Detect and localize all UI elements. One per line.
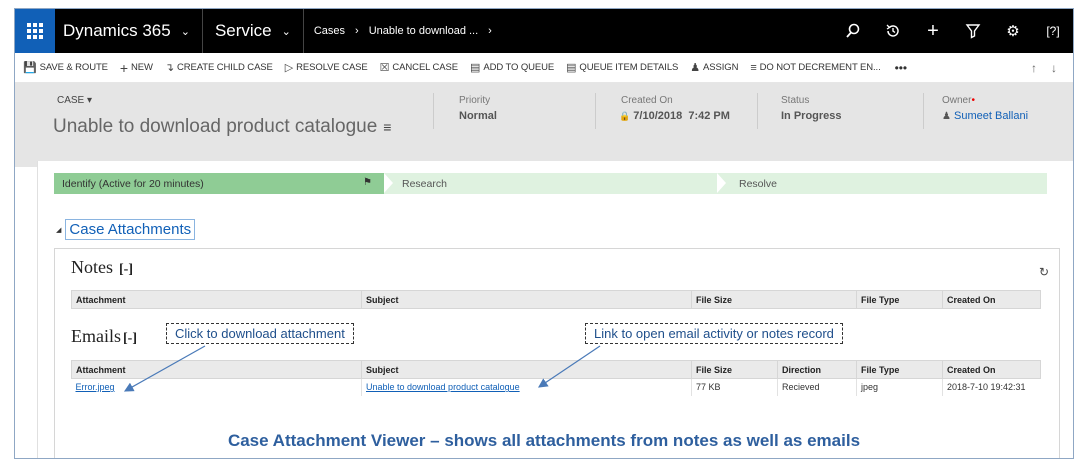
create-child-case-button[interactable]: ↴ CREATE CHILD CASE <box>159 61 279 74</box>
priority-label: Priority <box>459 95 491 106</box>
child-case-icon: ↴ <box>164 62 174 74</box>
form-selector-icon[interactable]: ≡ <box>383 119 391 135</box>
module-name: Service <box>214 21 272 40</box>
stage-research[interactable]: Research <box>384 173 717 194</box>
more-commands-icon[interactable]: ••• <box>887 61 915 75</box>
divider <box>433 93 434 129</box>
record-title: Unable to download product catalogue ≡ <box>53 116 391 138</box>
stage-separator <box>717 173 726 193</box>
save-route-label: SAVE & ROUTE <box>39 62 108 73</box>
save-route-button[interactable]: 💾 SAVE & ROUTE <box>17 61 114 74</box>
resolve-case-label: RESOLVE CASE <box>296 62 368 73</box>
module-menu[interactable]: Service ⌄ <box>203 9 304 53</box>
save-icon: 💾 <box>23 62 37 74</box>
section-toggle[interactable]: ◢ Case Attachments <box>56 219 196 240</box>
arrow-up-icon[interactable]: ↑ <box>1031 61 1037 75</box>
owner-label: Owner <box>942 95 972 106</box>
add-to-queue-label: ADD TO QUEUE <box>483 62 555 73</box>
queue-add-icon: ▤ <box>470 62 481 74</box>
flag-icon: ⚑ <box>363 177 372 188</box>
priority-field: Priority Normal <box>459 95 497 122</box>
owner-link[interactable]: Sumeet Ballani <box>954 110 1028 122</box>
figure-caption: Case Attachment Viewer – shows all attac… <box>227 431 861 450</box>
stage-identify-label: Identify (Active for 20 minutes) <box>62 177 204 190</box>
cancel-case-button[interactable]: ☒ CANCEL CASE <box>374 61 464 74</box>
screenshot-frame: Dynamics 365 ⌄ Service ⌄ Cases › Unable … <box>14 8 1074 459</box>
app-name: Dynamics 365 <box>63 21 171 40</box>
do-not-decrement-button[interactable]: ≡ DO NOT DECREMENT EN... <box>744 62 886 74</box>
cancel-icon: ☒ <box>379 62 390 74</box>
assign-button[interactable]: ♟ ASSIGN <box>684 61 744 74</box>
section-title: Case Attachments <box>65 219 196 240</box>
entity-selector[interactable]: CASE ▾ <box>57 95 92 106</box>
divider <box>595 93 596 129</box>
create-child-case-label: CREATE CHILD CASE <box>177 62 273 73</box>
lock-icon: 🔒 <box>619 111 631 121</box>
status-value: In Progress <box>781 110 842 122</box>
decrement-icon: ≡ <box>750 61 757 74</box>
assign-label: ASSIGN <box>703 62 739 73</box>
callout-arrows <box>123 345 601 392</box>
top-nav-bar: Dynamics 365 ⌄ Service ⌄ Cases › Unable … <box>15 9 1073 53</box>
divider <box>923 93 924 129</box>
divider <box>757 93 758 129</box>
created-on-field: Created On 🔒 7/10/2018 7:42 PM <box>619 95 730 122</box>
attachment-viewer: Notes [-] ↻ Attachment Subject File Size … <box>54 248 1060 458</box>
arrow-to-subject <box>538 345 601 388</box>
arrow-down-icon[interactable]: ↓ <box>1051 61 1057 75</box>
owner-field: Owner• ♟ Sumeet Ballani <box>942 95 1028 122</box>
do-not-decrement-label: DO NOT DECREMENT EN... <box>759 62 881 73</box>
app-name-menu[interactable]: Dynamics 365 ⌄ <box>55 9 203 53</box>
gear-icon[interactable]: ⚙ <box>993 9 1033 53</box>
help-icon[interactable]: [?] <box>1033 9 1073 53</box>
status-label: Status <box>781 95 810 106</box>
waffle-icon <box>27 23 43 39</box>
breadcrumb-item-record[interactable]: Unable to download ... <box>369 25 478 37</box>
stage-research-label: Research <box>402 177 447 190</box>
user-icon: ♟ <box>942 111 951 122</box>
record-title-text: Unable to download product catalogue <box>53 116 378 137</box>
search-icon[interactable] <box>833 9 873 53</box>
resolve-case-button[interactable]: ▷ RESOLVE CASE <box>279 61 374 74</box>
app-launcher-button[interactable] <box>15 9 55 53</box>
stage-separator <box>384 173 393 193</box>
record-header: CASE ▾ Unable to download product catalo… <box>15 83 1073 167</box>
command-bar: 💾 SAVE & ROUTE + NEW ↴ CREATE CHILD CASE ▷ R… <box>15 53 1073 83</box>
queue-item-details-label: QUEUE ITEM DETAILS <box>579 62 679 73</box>
new-button[interactable]: + NEW <box>114 60 159 76</box>
cancel-case-label: CANCEL CASE <box>392 62 459 73</box>
queue-details-icon: ▤ <box>566 62 577 74</box>
plus-icon: + <box>119 59 128 76</box>
breadcrumb: Cases › Unable to download ... › <box>304 9 492 53</box>
entity-label: CASE <box>57 95 85 106</box>
filter-icon[interactable] <box>953 9 993 53</box>
new-label: NEW <box>131 62 153 73</box>
assign-icon: ♟ <box>690 62 701 74</box>
record-navigation: ↑ ↓ <box>1031 53 1073 83</box>
created-on-label: Created On <box>621 95 673 106</box>
form-body: Identify (Active for 20 minutes) ⚑ Resea… <box>37 161 1073 458</box>
priority-value: Normal <box>459 110 497 122</box>
required-indicator: • <box>971 95 975 106</box>
chevron-right-icon: › <box>355 25 359 37</box>
plus-icon[interactable]: + <box>913 9 953 53</box>
chevron-right-icon: › <box>488 25 492 37</box>
nav-actions: + ⚙ [?] <box>833 9 1073 53</box>
queue-item-details-button[interactable]: ▤ QUEUE ITEM DETAILS <box>560 61 684 74</box>
created-on-value: 7/10/2018 7:42 PM <box>633 110 730 122</box>
arrow-to-attachment <box>123 345 206 392</box>
stage-resolve-label: Resolve <box>739 177 777 190</box>
status-field: Status In Progress <box>781 95 842 122</box>
stage-resolve[interactable]: Resolve <box>717 173 1047 194</box>
resolve-icon: ▷ <box>284 62 294 74</box>
chevron-down-icon: ⌄ <box>281 25 291 38</box>
breadcrumb-item-cases[interactable]: Cases <box>314 25 345 37</box>
add-to-queue-button[interactable]: ▤ ADD TO QUEUE <box>464 61 560 74</box>
business-process-bar: Identify (Active for 20 minutes) ⚑ Resea… <box>54 173 1056 194</box>
stage-identify[interactable]: Identify (Active for 20 minutes) ⚑ <box>54 173 384 194</box>
collapse-triangle-icon: ◢ <box>56 226 62 234</box>
chevron-down-icon: ⌄ <box>180 25 190 38</box>
history-icon[interactable] <box>873 9 913 53</box>
